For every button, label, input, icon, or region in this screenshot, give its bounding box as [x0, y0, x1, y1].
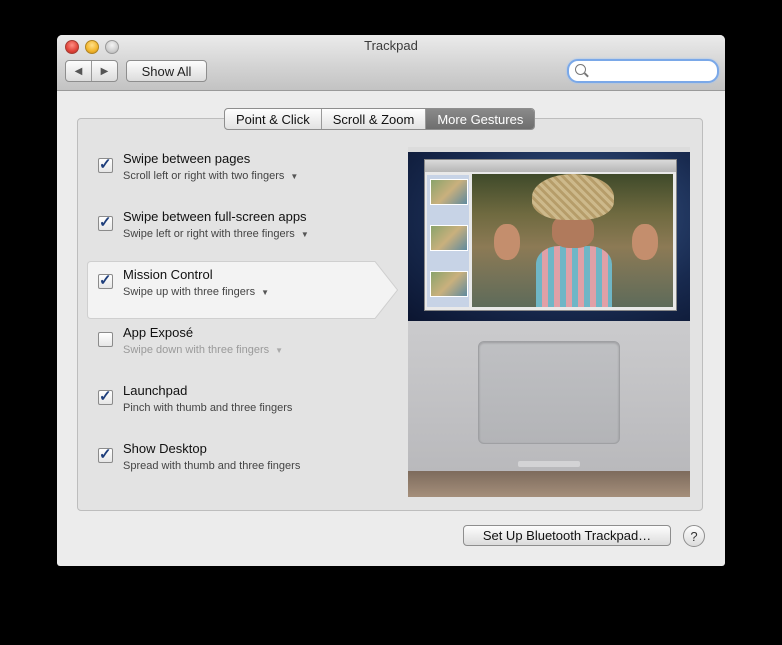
- search-input[interactable]: [589, 63, 713, 79]
- gesture-row[interactable]: Mission Control Swipe up with three finge…: [89, 257, 389, 315]
- gesture-subtitle-text: Scroll left or right with two fingers: [123, 170, 285, 182]
- forward-button[interactable]: ▶: [91, 61, 117, 81]
- gesture-checkbox[interactable]: [98, 387, 113, 405]
- photo-hand: [494, 224, 520, 260]
- gesture-subtitle-text: Pinch with thumb and three fingers: [123, 402, 293, 414]
- trackpad-window: Trackpad ◀ ▶ Show All Swipe between page…: [57, 35, 725, 566]
- gesture-title: Mission Control: [123, 267, 213, 282]
- search-icon: [575, 64, 586, 75]
- gesture-subtitle[interactable]: Swipe down with three fingers ▼: [123, 344, 283, 356]
- preview-thumbnail: [430, 271, 468, 297]
- gesture-subtitle-text: Swipe left or right with three fingers: [123, 228, 295, 240]
- title-bar: Trackpad ◀ ▶ Show All: [57, 35, 725, 91]
- gesture-subtitle[interactable]: Swipe left or right with three fingers ▼: [123, 228, 309, 240]
- preview-trackpad: [478, 341, 620, 444]
- popup-arrow-icon[interactable]: ▼: [290, 172, 298, 181]
- gesture-subtitle: Spread with thumb and three fingers: [123, 460, 300, 472]
- gesture-subtitle[interactable]: Swipe up with three fingers ▼: [123, 286, 269, 298]
- preview-app-toolbar: [425, 160, 676, 172]
- back-button[interactable]: ◀: [66, 61, 91, 81]
- popup-arrow-icon[interactable]: ▼: [261, 288, 269, 297]
- preview-app-window: [424, 159, 677, 311]
- gesture-checkbox[interactable]: [98, 155, 113, 173]
- gesture-checkbox[interactable]: [98, 445, 113, 463]
- preview-screen: [408, 147, 690, 321]
- gesture-subtitle-text: Swipe down with three fingers: [123, 344, 270, 356]
- gesture-title: App Exposé: [123, 325, 194, 340]
- photo-straw-hat: [532, 174, 614, 220]
- gesture-title: Swipe between pages: [123, 151, 251, 166]
- preview-thumbnail: [430, 225, 468, 251]
- popup-arrow-icon[interactable]: ▼: [275, 346, 283, 355]
- tab-point-click[interactable]: Point & Click: [225, 109, 321, 129]
- preview-menubar: [408, 147, 690, 152]
- tab-scroll-zoom[interactable]: Scroll & Zoom: [320, 109, 426, 129]
- gesture-title: Launchpad: [123, 383, 188, 398]
- preview-laptop-notch: [518, 461, 580, 467]
- popup-arrow-icon[interactable]: ▼: [301, 230, 309, 239]
- tab-more-gestures[interactable]: More Gestures: [425, 109, 535, 129]
- show-all-button[interactable]: Show All: [126, 60, 207, 82]
- photo-dress: [536, 246, 612, 307]
- gesture-preview: [408, 147, 690, 497]
- gesture-row[interactable]: Swipe between full-screen apps Swipe left…: [89, 199, 389, 257]
- preview-thumbnail: [430, 179, 468, 205]
- back-forward-control: ◀ ▶: [65, 60, 118, 82]
- gesture-checkbox[interactable]: [98, 271, 113, 289]
- gesture-row[interactable]: Show Desktop Spread with thumb and three …: [89, 431, 389, 489]
- photo-hand: [632, 224, 658, 260]
- gesture-checkbox[interactable]: [98, 213, 113, 231]
- gesture-row[interactable]: Launchpad Pinch with thumb and three fing…: [89, 373, 389, 431]
- gesture-subtitle[interactable]: Scroll left or right with two fingers ▼: [123, 170, 298, 182]
- window-title: Trackpad: [364, 38, 418, 53]
- search-field[interactable]: [567, 59, 719, 83]
- help-button[interactable]: ?: [683, 525, 705, 547]
- gesture-row[interactable]: App Exposé Swipe down with three fingers ▼: [89, 315, 389, 373]
- gesture-subtitle-text: Swipe up with three fingers: [123, 286, 256, 298]
- gesture-row[interactable]: Swipe between pages Scroll left or right …: [89, 141, 389, 199]
- preview-laptop-body: [408, 321, 690, 471]
- gesture-subtitle-text: Spread with thumb and three fingers: [123, 460, 301, 472]
- gestures-panel: Swipe between pages Scroll left or right …: [77, 118, 703, 511]
- gesture-checkbox[interactable]: [98, 332, 113, 347]
- gesture-title: Show Desktop: [123, 441, 207, 456]
- gesture-title: Swipe between full-screen apps: [123, 209, 307, 224]
- preview-photo: [472, 174, 673, 307]
- preview-thumbnail-strip: [427, 175, 469, 307]
- gesture-subtitle: Pinch with thumb and three fingers: [123, 402, 292, 414]
- preview-table: [408, 471, 690, 497]
- tab-bar: Point & Click Scroll & Zoom More Gesture…: [224, 108, 536, 130]
- set-up-bluetooth-trackpad-button[interactable]: Set Up Bluetooth Trackpad…: [463, 525, 671, 546]
